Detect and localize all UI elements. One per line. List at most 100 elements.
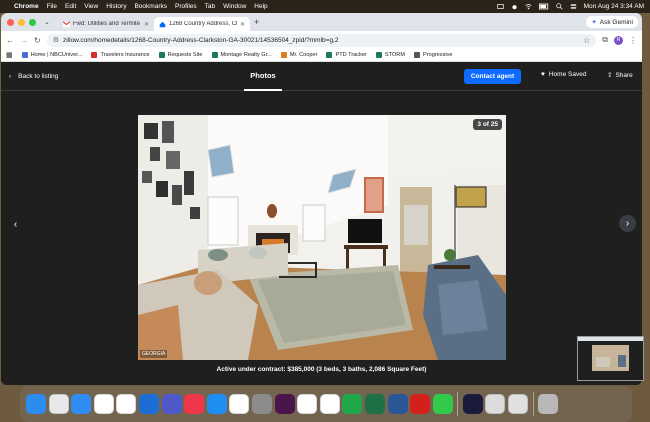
- bookmark-item[interactable]: STORM: [375, 52, 405, 58]
- menu-view[interactable]: View: [84, 3, 98, 10]
- word-icon[interactable]: [387, 394, 408, 414]
- slack-icon[interactable]: [274, 394, 295, 414]
- bookmark-item[interactable]: Travelers Insurance: [91, 52, 150, 58]
- listing-photo[interactable]: 3 of 25 GEORGIA: [138, 115, 506, 360]
- back-to-listing-label: Back to listing: [18, 72, 59, 80]
- menubar-clock[interactable]: Mon Aug 24 3:34 AM: [584, 3, 644, 10]
- ask-gemini-button[interactable]: ✦ Ask Gemini: [586, 16, 638, 28]
- bookmark-star-icon[interactable]: ☆: [583, 36, 590, 45]
- reload-icon[interactable]: ↻: [34, 36, 41, 45]
- preview-icon[interactable]: [485, 394, 506, 414]
- url-text[interactable]: zillow.com/homedetails/1268-Country-Addr…: [63, 37, 339, 44]
- acrobat-icon[interactable]: [410, 394, 431, 414]
- bookmark-favicon-icon: [326, 52, 333, 58]
- search-icon[interactable]: [555, 3, 563, 10]
- bookmark-label: STORM: [384, 52, 405, 58]
- control-icon[interactable]: [496, 3, 504, 10]
- back-icon[interactable]: ←: [6, 36, 14, 45]
- profile-avatar[interactable]: R: [614, 35, 623, 45]
- settings-icon[interactable]: [251, 394, 272, 414]
- bookmark-item[interactable]: Home | NBCUniver...: [21, 52, 82, 58]
- home-saved-button[interactable]: ♥ Home Saved: [541, 71, 586, 78]
- dock-separator: [457, 392, 459, 416]
- bookmark-favicon-icon: [211, 52, 218, 58]
- extensions-icon[interactable]: ⧉: [602, 35, 608, 45]
- menu-edit[interactable]: Edit: [65, 3, 76, 10]
- back-to-listing-button[interactable]: ‹ Back to listing: [9, 73, 58, 80]
- bookmark-favicon-icon: [375, 52, 382, 58]
- minimize-window-button[interactable]: [18, 18, 25, 26]
- cloud-icon[interactable]: [511, 3, 518, 10]
- screenshot-icon[interactable]: [462, 394, 483, 414]
- close-tab-icon[interactable]: ✕: [240, 21, 245, 28]
- tab-photos[interactable]: Photos: [244, 62, 282, 91]
- browser-toolbar: ← → ↻ ⚙ zillow.com/homedetails/1268-Coun…: [1, 31, 642, 49]
- reminders-icon[interactable]: [116, 394, 137, 414]
- trash-icon[interactable]: [538, 394, 559, 414]
- menu-bookmarks[interactable]: Bookmarks: [134, 3, 167, 10]
- tab-search-icon[interactable]: ⌄: [44, 18, 54, 26]
- safari-icon[interactable]: [71, 394, 92, 414]
- outlook-icon[interactable]: [138, 394, 159, 414]
- menu-file[interactable]: File: [47, 3, 57, 10]
- numbers-icon[interactable]: [342, 394, 363, 414]
- previous-photo-button[interactable]: ‹: [7, 216, 24, 233]
- more-menu-icon[interactable]: ⋮: [629, 36, 637, 45]
- bookmark-item[interactable]: Requests Site: [158, 52, 203, 58]
- contact-agent-button[interactable]: Contact agent: [464, 69, 521, 84]
- menu-window[interactable]: Window: [223, 3, 246, 10]
- bookmark-item[interactable]: Progressive: [414, 52, 453, 58]
- finder-window-icon[interactable]: [508, 394, 529, 414]
- viewer-header: ‹ Back to listing Photos Contact agent ♥…: [1, 62, 642, 91]
- photo-counter: 3 of 25: [473, 119, 502, 130]
- dock-separator: [532, 392, 534, 416]
- control-center-icon[interactable]: [570, 3, 577, 10]
- zoom-window-button[interactable]: [29, 18, 36, 26]
- site-info-icon[interactable]: ⚙: [53, 36, 59, 44]
- tab-title: 1268 Country Address, Clark...: [169, 21, 237, 27]
- menu-help[interactable]: Help: [254, 3, 267, 10]
- news-icon[interactable]: [184, 394, 205, 414]
- bookmark-favicon-icon: [91, 52, 98, 58]
- bookmark-label: Mr. Cooper: [289, 52, 318, 58]
- menu-bar: Chrome File Edit View History Bookmarks …: [0, 0, 650, 13]
- finder-icon[interactable]: [26, 394, 46, 414]
- menu-app-name[interactable]: Chrome: [14, 3, 39, 10]
- bookmark-label: PTD Tracker: [335, 52, 367, 58]
- tab-gmail[interactable]: Fwd: Utilities and Termite Re... ✕: [58, 17, 154, 31]
- bookmark-item[interactable]: PTD Tracker: [326, 52, 367, 58]
- messages-icon[interactable]: [432, 394, 453, 414]
- close-tab-icon[interactable]: ✕: [144, 21, 149, 28]
- new-tab-button[interactable]: +: [254, 17, 259, 27]
- bookmarks-bar: ▦ Home | NBCUniver... Travelers Insuranc…: [1, 49, 642, 62]
- wifi-icon[interactable]: [525, 3, 532, 10]
- excel-icon[interactable]: [364, 394, 385, 414]
- menu-profiles[interactable]: Profiles: [175, 3, 197, 10]
- address-bar[interactable]: ⚙ zillow.com/homedetails/1268-Country-Ad…: [46, 33, 597, 47]
- close-window-button[interactable]: [7, 18, 14, 26]
- menu-history[interactable]: History: [106, 3, 126, 10]
- ask-gemini-label: Ask Gemini: [599, 18, 633, 26]
- share-button[interactable]: ⇪ Share: [607, 71, 633, 80]
- bookmark-label: Travelers Insurance: [100, 52, 150, 58]
- apps-grid-icon[interactable]: ▦: [6, 51, 13, 59]
- bookmark-favicon-icon: [21, 52, 28, 58]
- chevron-right-icon: ›: [625, 218, 630, 229]
- tab-zillow[interactable]: 1268 Country Address, Clark... ✕: [154, 17, 250, 31]
- chevron-left-icon: ‹: [13, 219, 18, 230]
- notes-icon[interactable]: [319, 394, 340, 414]
- chrome-icon[interactable]: [93, 394, 114, 414]
- calendar-icon[interactable]: [229, 394, 250, 414]
- forward-icon[interactable]: →: [20, 36, 28, 45]
- screenshot-thumbnail[interactable]: [577, 336, 644, 381]
- bookmark-item[interactable]: Montage Realty Gr...: [211, 52, 272, 58]
- appstore-icon[interactable]: [206, 394, 227, 414]
- launchpad-icon[interactable]: [48, 394, 69, 414]
- bookmark-item[interactable]: Mr. Cooper: [280, 52, 318, 58]
- tab-bar: ⌄ Fwd: Utilities and Termite Re... ✕ 126…: [1, 13, 642, 31]
- battery-icon[interactable]: [538, 3, 549, 10]
- menu-tab[interactable]: Tab: [205, 3, 215, 10]
- teams-icon[interactable]: [161, 394, 182, 414]
- next-photo-button[interactable]: ›: [619, 215, 636, 232]
- photos-icon[interactable]: [297, 394, 318, 414]
